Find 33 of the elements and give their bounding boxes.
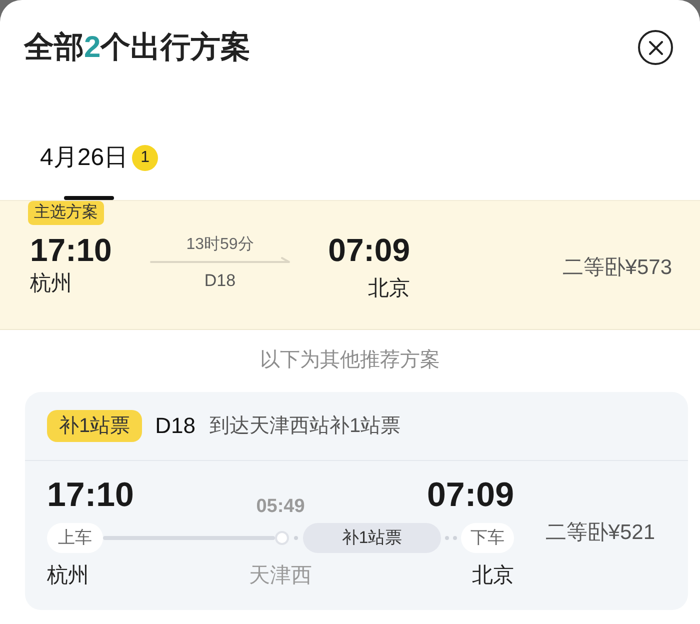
close-button[interactable] bbox=[638, 30, 673, 65]
close-icon bbox=[648, 40, 662, 54]
plan-card[interactable]: 补1站票 D18 到达天津西站补1站票 17:10 05:49 07:09 上车 补1站票 下车 杭州 天津西 北京 二等卧¥521 bbox=[25, 392, 688, 610]
section-heading: 以下为其他推荐方案 bbox=[260, 348, 440, 373]
plan-tag: 补1站票 bbox=[47, 410, 142, 442]
depart-station: 杭州 bbox=[47, 563, 89, 589]
plan-note: 到达天津西站补1站票 bbox=[209, 414, 401, 438]
depart-time: 17:10 bbox=[47, 475, 134, 515]
date-tab[interactable]: 4月26日 1 bbox=[40, 143, 158, 200]
train-number: D18 bbox=[204, 270, 236, 292]
alight-label: 下车 bbox=[461, 523, 514, 553]
fare-price: 二等卧¥521 bbox=[545, 520, 655, 546]
arrive-time: 07:09 bbox=[328, 231, 410, 269]
arrive-station: 北京 bbox=[368, 276, 410, 302]
dot-icon bbox=[453, 536, 457, 540]
segment-label: 补1站票 bbox=[303, 523, 441, 553]
train-number: D18 bbox=[155, 412, 196, 440]
sheet-title: 全部2个出行方案 bbox=[24, 30, 251, 66]
board-label: 上车 bbox=[47, 523, 103, 553]
depart-station: 杭州 bbox=[30, 271, 73, 297]
primary-plan-panel[interactable]: 主选方案 17:10 杭州 13时59分 D18 07:09 北京 二等卧¥573 bbox=[0, 200, 700, 330]
dot-icon bbox=[445, 536, 449, 540]
fare-price: 二等卧¥573 bbox=[562, 254, 672, 281]
stop-circle-icon bbox=[275, 531, 289, 545]
plan-tag: 主选方案 bbox=[28, 201, 104, 225]
transfer-time: 05:49 bbox=[256, 495, 305, 519]
transfer-station: 天津西 bbox=[249, 563, 312, 589]
arrive-time: 07:09 bbox=[427, 475, 514, 515]
depart-time: 17:10 bbox=[30, 231, 113, 269]
count-badge: 1 bbox=[132, 145, 158, 171]
duration-text: 13时59分 bbox=[186, 234, 254, 255]
dot-icon bbox=[294, 536, 298, 540]
arrive-station: 北京 bbox=[472, 563, 514, 589]
